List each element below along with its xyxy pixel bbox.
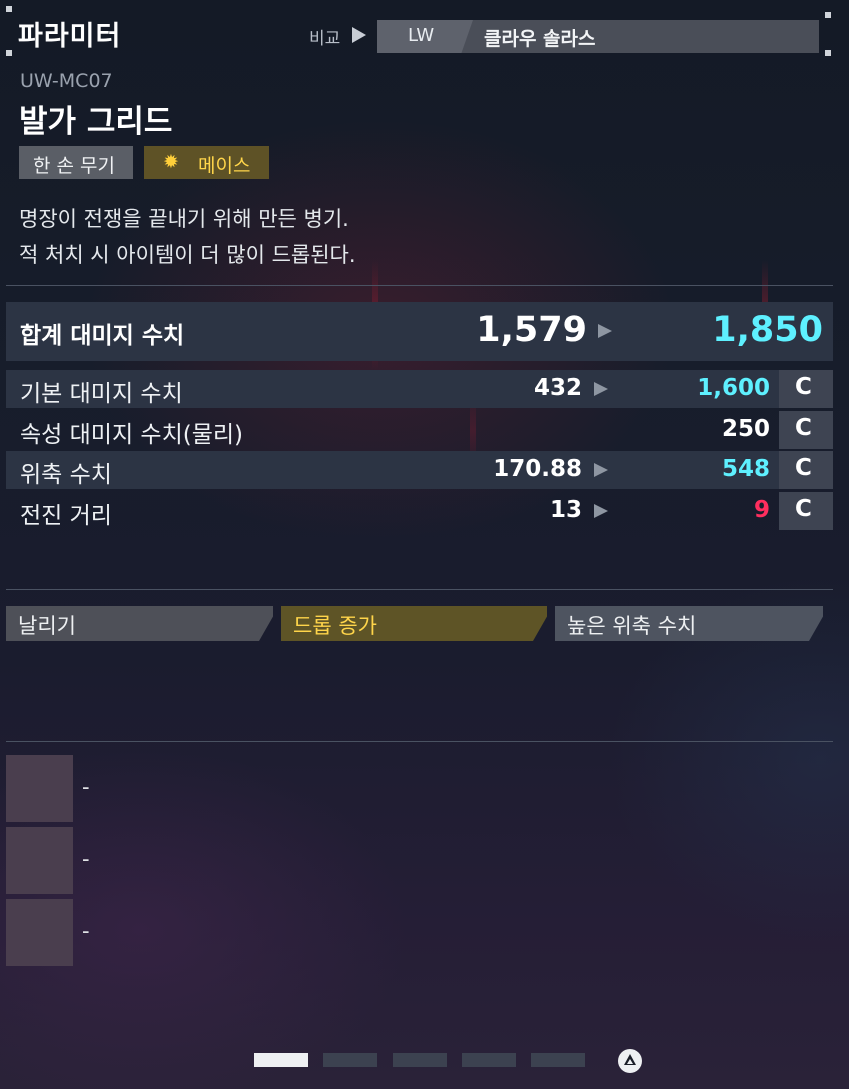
item-name: 발가 그리드 <box>19 104 173 140</box>
augment-slot[interactable] <box>6 899 73 966</box>
item-description-line: 적 처치 시 아이템이 더 많이 드롭된다. <box>19 243 356 267</box>
stat-current: 432 <box>533 375 582 401</box>
triangle-glyph-inner <box>627 1059 633 1064</box>
stat-row-base-damage: 기본 대미지 수치 432 1,600 C <box>6 370 833 408</box>
attribute-label: 날리기 <box>18 614 76 638</box>
stat-grade: C <box>795 496 812 522</box>
stat-row-element-damage: 속성 대미지 수치(물리) 250 C <box>6 411 833 449</box>
page-indicator[interactable] <box>462 1053 516 1067</box>
compare-label: 비교 <box>309 29 341 49</box>
stat-compare: 250 <box>721 416 770 442</box>
page-title: 파라미터 <box>18 21 122 52</box>
augment-slot-value: - <box>82 919 90 943</box>
stat-grade: C <box>795 455 812 481</box>
stat-grade-badge: C <box>779 492 833 530</box>
stat-row-advance-distance: 전진 거리 13 9 C <box>6 492 833 530</box>
total-damage-compare: 1,850 <box>712 310 823 350</box>
stat-compare: 1,600 <box>697 375 770 401</box>
item-code: UW-MC07 <box>20 70 113 92</box>
section-divider <box>6 589 833 590</box>
section-divider <box>6 741 833 742</box>
frame-corner <box>825 12 831 18</box>
attribute-label: 드롭 증가 <box>293 614 377 638</box>
weapon-hand-label: 한 손 무기 <box>33 155 115 177</box>
stat-grade-badge: C <box>779 370 833 408</box>
frame-corner <box>825 50 831 56</box>
weapon-type-label: 메이스 <box>198 155 251 177</box>
compare-slot-badge: LW <box>377 20 473 53</box>
total-damage-label: 합계 대미지 수치 <box>20 323 185 349</box>
augment-slot[interactable] <box>6 827 73 894</box>
attribute-label: 높은 위축 수치 <box>567 614 697 638</box>
total-damage-current: 1,579 <box>476 310 587 350</box>
page-indicator[interactable] <box>393 1053 447 1067</box>
stat-grade-badge: C <box>779 451 833 489</box>
weapon-hand-tag: 한 손 무기 <box>19 146 133 179</box>
weapon-type-tag: ✹ 메이스 <box>144 146 269 179</box>
burst-icon: ✹ <box>163 151 179 173</box>
stat-grade: C <box>795 374 812 400</box>
stat-grade: C <box>795 415 812 441</box>
compare-arrow-icon <box>594 463 608 477</box>
section-divider <box>6 285 833 286</box>
stat-current: 13 <box>549 497 582 523</box>
compare-arrow-icon <box>594 382 608 396</box>
compare-slot-label: LW <box>408 25 435 46</box>
item-description-line: 명장이 전쟁을 끝내기 위해 만든 병기. <box>19 207 349 231</box>
attribute-tag[interactable]: 날리기 <box>6 606 273 641</box>
frame-corner <box>6 6 12 12</box>
triangle-button-icon[interactable] <box>618 1049 642 1073</box>
page-indicator-active[interactable] <box>254 1053 308 1067</box>
parameter-header: 파라미터 비교 LW 클라우 솔라스 <box>0 0 849 60</box>
stat-label: 전진 거리 <box>20 503 112 529</box>
compare-arrow-icon <box>594 504 608 518</box>
stat-label: 기본 대미지 수치 <box>20 381 183 407</box>
stat-label: 위축 수치 <box>20 462 112 488</box>
stat-compare: 9 <box>753 497 770 523</box>
augment-slot-value: - <box>82 775 90 799</box>
compare-arrow-icon <box>352 27 366 43</box>
augment-slot[interactable] <box>6 755 73 822</box>
stat-label: 속성 대미지 수치(물리) <box>20 422 244 448</box>
attribute-tag[interactable]: 높은 위축 수치 <box>555 606 823 641</box>
stat-row-stagger: 위축 수치 170.88 548 C <box>6 451 833 489</box>
total-damage-row: 합계 대미지 수치 1,579 1,850 <box>6 302 833 361</box>
frame-corner <box>6 50 12 56</box>
stat-grade-badge: C <box>779 411 833 449</box>
attribute-tag[interactable]: 드롭 증가 <box>281 606 547 641</box>
compare-item-name: 클라우 솔라스 <box>484 28 596 50</box>
stat-current: 170.88 <box>493 456 582 482</box>
compare-arrow-icon <box>598 324 612 338</box>
stat-compare: 548 <box>721 456 770 482</box>
page-indicator[interactable] <box>531 1053 585 1067</box>
augment-slot-value: - <box>82 847 90 871</box>
page-indicator[interactable] <box>323 1053 377 1067</box>
